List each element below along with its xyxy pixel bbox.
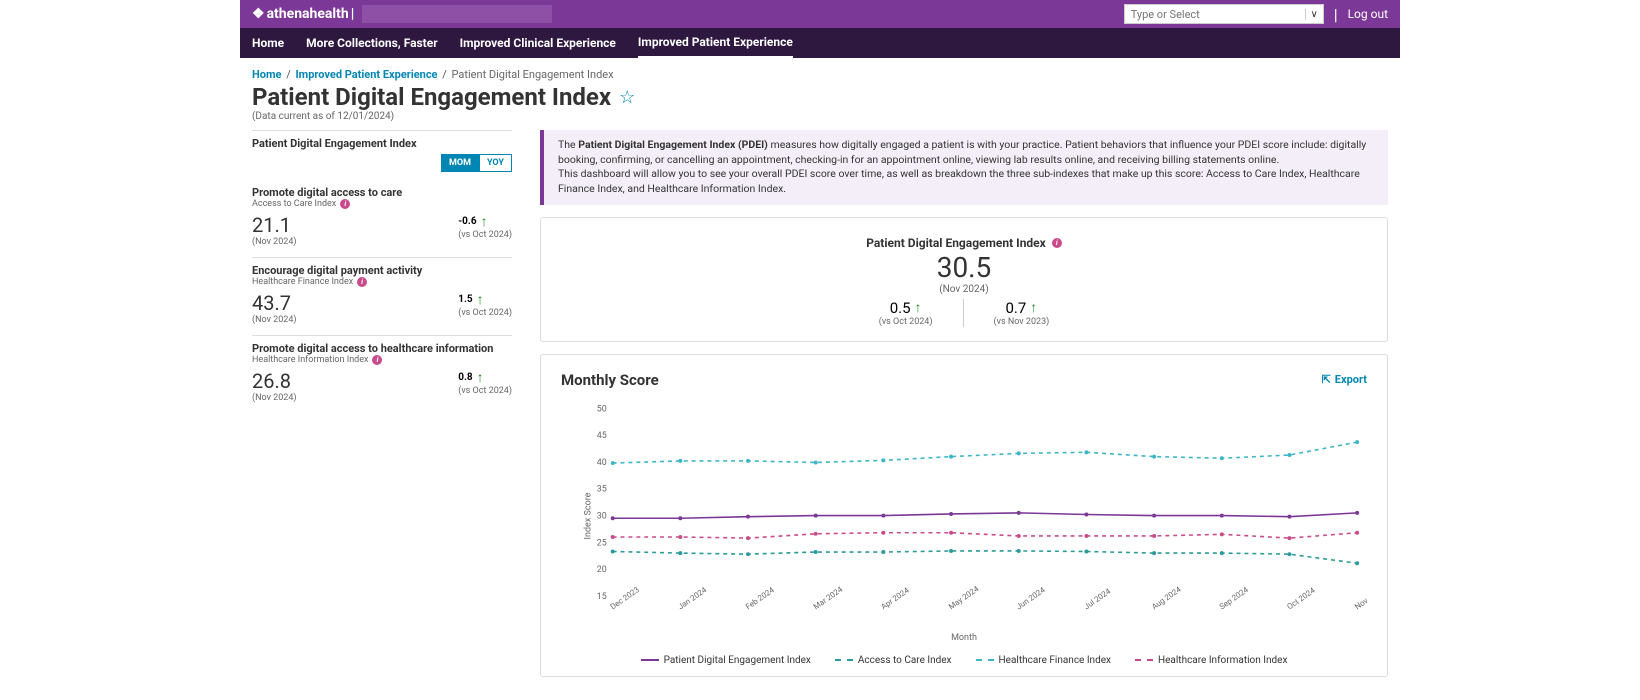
info-icon[interactable]: i [372,355,382,365]
toggle-mom[interactable]: MOM [441,154,479,172]
arrow-up-icon: ↑ [481,213,488,230]
metric-block[interactable]: Promote digital access to care Access to… [252,180,512,258]
metric-block[interactable]: Promote digital access to healthcare inf… [252,336,512,413]
logo[interactable]: ❖ athenahealth | [252,6,354,22]
legend-item[interactable]: Healthcare Information Index [1135,655,1287,666]
arrow-up-icon: ↑ [1030,299,1037,316]
kpi-card: Patient Digital Engagement Index i 30.5 … [540,217,1388,342]
svg-text:Aug 2024: Aug 2024 [1150,584,1183,611]
svg-text:May 2024: May 2024 [947,584,981,611]
export-icon: ⇱ [1322,373,1331,386]
kpi-change-mom: 0.5↑ (vs Oct 2024) [879,299,933,327]
nav-collections[interactable]: More Collections, Faster [306,29,437,57]
legend-item[interactable]: Patient Digital Engagement Index [641,655,811,666]
nav-patient-exp[interactable]: Improved Patient Experience [638,28,793,58]
logo-icon: ❖ [252,6,265,22]
nav-home[interactable]: Home [252,29,284,57]
breadcrumb: Home / Improved Patient Experience / Pat… [240,58,1400,83]
legend-item[interactable]: Access to Care Index [835,655,952,666]
svg-text:Dec 2023: Dec 2023 [609,585,641,611]
export-button[interactable]: ⇱ Export [1322,373,1367,386]
chart-title: Monthly Score [561,371,659,389]
topbar: ❖ athenahealth | ∨ | Log out [240,0,1400,28]
info-icon[interactable]: i [1052,238,1062,248]
logout-link[interactable]: Log out [1348,7,1388,21]
data-as-of: (Data current as of 12/01/2024) [240,111,1400,130]
chart-plot: 15 20 25 30 35 40 45 50 Dec 2023 Jan 2024 Feb 2024… [587,401,1367,631]
chevron-down-icon[interactable]: ∨ [1305,9,1323,20]
svg-text:Sep 2024: Sep 2024 [1218,585,1251,612]
x-axis-label: Month [561,633,1367,643]
svg-text:Jul 2024: Jul 2024 [1082,586,1112,611]
breadcrumb-current: Patient Digital Engagement Index [452,68,614,81]
favorite-star-icon[interactable]: ☆ [619,87,635,108]
metric-block[interactable]: Encourage digital payment activity Healt… [252,258,512,336]
kpi-label: Patient Digital Engagement Index [866,236,1046,250]
svg-text:40: 40 [597,458,607,468]
sidebar: Patient Digital Engagement Index MOM YOY… [252,130,512,677]
mom-yoy-toggle: MOM YOY [252,154,512,172]
arrow-up-icon: ↑ [915,299,922,316]
svg-text:45: 45 [597,431,607,441]
svg-text:30: 30 [597,511,607,521]
arrow-up-icon: ↑ [477,369,484,386]
svg-text:50: 50 [597,404,607,414]
svg-text:Oct 2024: Oct 2024 [1285,585,1317,611]
kpi-value: 30.5 [555,251,1373,284]
info-banner: The Patient Digital Engagement Index (PD… [540,130,1388,205]
type-select[interactable]: ∨ [1124,4,1324,24]
sidebar-title: Patient Digital Engagement Index [252,137,512,150]
page-title: Patient Digital Engagement Index [252,83,611,111]
top-search-input[interactable] [362,5,552,23]
arrow-up-icon: ↑ [477,291,484,308]
info-icon[interactable]: i [357,277,367,287]
svg-text:35: 35 [597,484,607,494]
svg-text:20: 20 [597,565,607,575]
svg-text:Jun 2024: Jun 2024 [1015,585,1047,611]
info-icon[interactable]: i [340,199,350,209]
svg-text:25: 25 [597,538,607,548]
svg-text:Apr 2024: Apr 2024 [879,585,911,611]
toggle-yoy[interactable]: YOY [479,154,512,172]
legend-item[interactable]: Healthcare Finance Index [976,655,1111,666]
subnav: Home More Collections, Faster Improved C… [240,28,1400,58]
svg-text:Feb 2024: Feb 2024 [744,585,776,611]
kpi-change-yoy: 0.7↑ (vs Nov 2023) [994,299,1050,327]
svg-text:Nov 2024: Nov 2024 [1353,584,1367,611]
type-select-input[interactable] [1125,8,1305,21]
breadcrumb-home[interactable]: Home [252,68,281,81]
breadcrumb-parent[interactable]: Improved Patient Experience [295,68,437,81]
chart-card: Monthly Score ⇱ Export Index Score 15 20 2… [540,354,1388,677]
svg-text:Mar 2024: Mar 2024 [812,584,845,611]
y-axis-label: Index Score [583,492,593,539]
nav-clinical[interactable]: Improved Clinical Experience [460,29,616,57]
svg-text:Jan 2024: Jan 2024 [676,585,708,611]
chart-legend: Patient Digital Engagement Index Access t… [561,655,1367,666]
svg-text:15: 15 [597,592,607,602]
